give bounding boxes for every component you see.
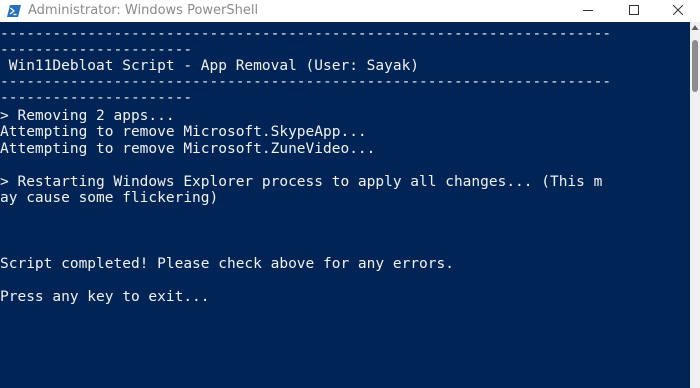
console-line: > Restarting Windows Explorer process to…: [0, 174, 603, 190]
scrollbar-thumb[interactable]: [692, 40, 698, 92]
vertical-scrollbar[interactable]: [690, 22, 700, 388]
minimize-button[interactable]: [566, 0, 610, 22]
window-title: Administrator: Windows PowerShell: [28, 3, 259, 18]
console-line: ----------------------: [0, 90, 193, 106]
minimize-icon: [583, 10, 593, 11]
scroll-up-arrow-icon[interactable]: [691, 24, 699, 32]
console-line: ----------------------: [0, 42, 193, 58]
title-bar[interactable]: Administrator: Windows PowerShell: [0, 0, 700, 22]
maximize-button[interactable]: [612, 0, 656, 22]
close-icon: [673, 5, 683, 15]
console-line: Press any key to exit...: [0, 289, 210, 305]
console-line: > Removing 2 apps...: [0, 108, 175, 124]
console-line: ----------------------------------------…: [0, 26, 612, 42]
console-line: Attempting to remove Microsoft.ZuneVideo…: [0, 141, 376, 157]
console-line: Script completed! Please check above for…: [0, 256, 454, 272]
maximize-icon: [629, 5, 639, 15]
console-line: ay cause some flickering): [0, 190, 219, 206]
console-line: ----------------------------------------…: [0, 74, 612, 90]
console-line: Win11Debloat Script - App Removal (User:…: [0, 58, 420, 74]
powershell-icon: [7, 3, 21, 17]
console-output[interactable]: ---------------------- ------------------…: [0, 26, 690, 388]
console-line: Attempting to remove Microsoft.SkypeApp.…: [0, 124, 367, 140]
close-button[interactable]: [656, 0, 700, 22]
powershell-window: Administrator: Windows PowerShell ------…: [0, 0, 700, 388]
